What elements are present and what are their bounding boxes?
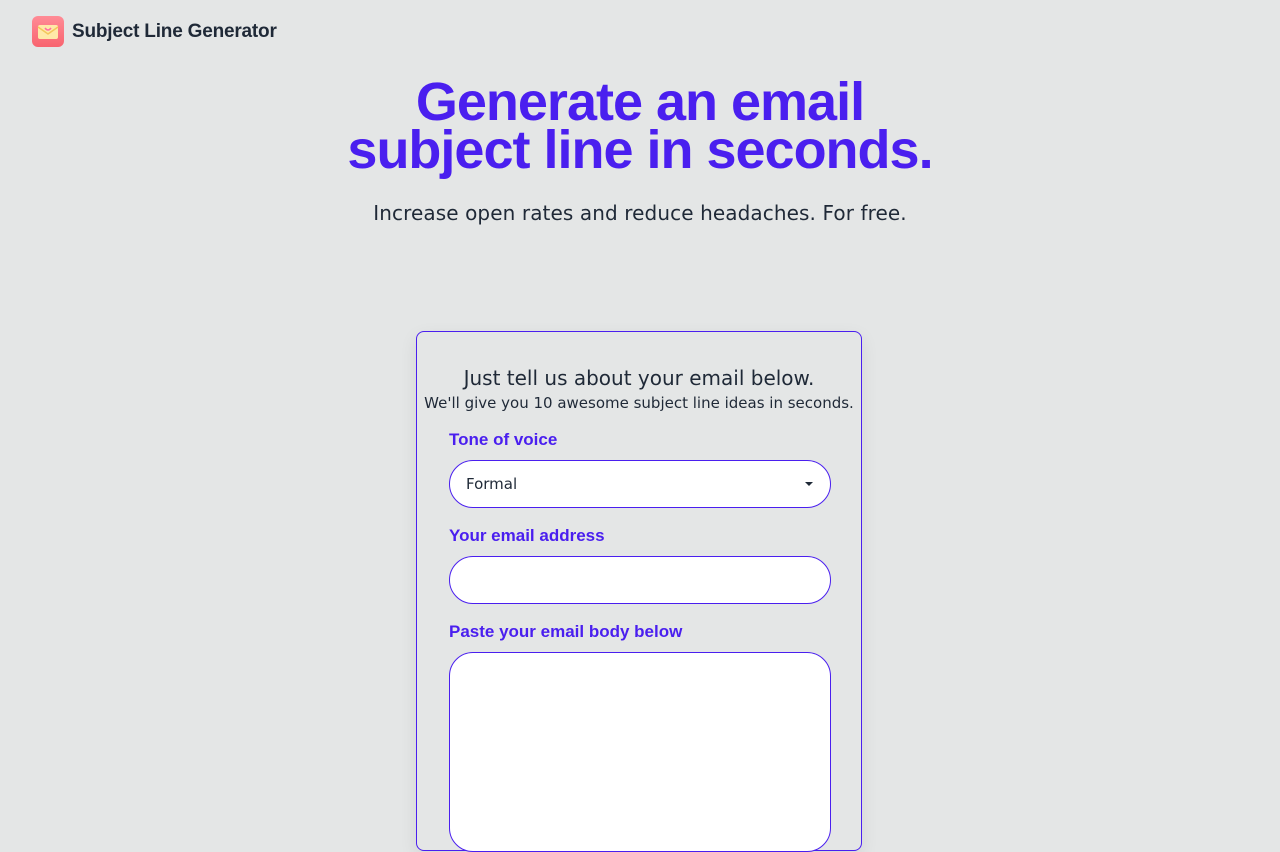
hero: Generate an email subject line in second…: [0, 72, 1280, 225]
page-title-line-1: Generate an email: [415, 72, 865, 132]
email-body-label: Paste your email body below: [449, 622, 683, 641]
email-body-textarea[interactable]: [449, 652, 831, 852]
email-field[interactable]: [449, 556, 831, 604]
subject-line-form: Just tell us about your email below. We'…: [416, 331, 862, 852]
page-title-line-2: subject line in seconds.: [347, 120, 933, 180]
header: Subject Line Generator: [32, 16, 277, 47]
caret-down-icon: [805, 482, 813, 486]
page-title: Generate an email subject line in second…: [0, 72, 1280, 180]
page-subtitle: Increase open rates and reduce headaches…: [373, 201, 907, 225]
form-subheading: We'll give you 10 awesome subject line i…: [424, 394, 854, 412]
tone-select-value: Formal: [466, 475, 518, 493]
email-label: Your email address: [449, 526, 605, 545]
tone-label: Tone of voice: [449, 430, 558, 449]
form-heading: Just tell us about your email below.: [463, 366, 815, 390]
brand-name[interactable]: Subject Line Generator: [72, 21, 277, 43]
envelope-icon[interactable]: [32, 16, 64, 47]
tone-select[interactable]: Formal: [449, 460, 831, 508]
